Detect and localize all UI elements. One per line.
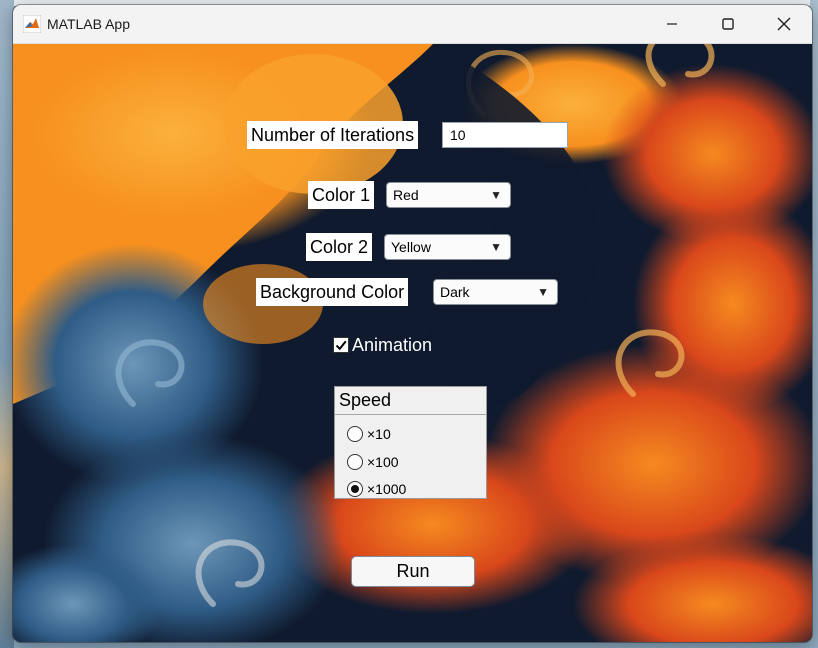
app-window: MATLAB App Number of Iterations 10 Color… [13, 5, 812, 642]
color1-label: Color 1 [308, 181, 375, 209]
run-button[interactable]: Run [351, 556, 475, 587]
background-color-label: Background Color [256, 278, 409, 306]
radio-x10[interactable] [347, 426, 363, 442]
speed-option-x1000[interactable]: ×1000 [347, 478, 406, 500]
chevron-down-icon: ▼ [537, 285, 549, 299]
radio-x100[interactable] [347, 454, 363, 470]
speed-panel-title: Speed [335, 387, 486, 415]
animation-checkbox-row[interactable]: Animation [333, 333, 432, 357]
minimize-icon [667, 23, 677, 25]
chevron-down-icon: ▼ [490, 188, 502, 202]
animation-checkbox[interactable] [333, 337, 349, 353]
background-color-selected: Dark [440, 284, 470, 300]
app-content: Number of Iterations 10 Color 1 Red ▼ Co… [13, 44, 812, 642]
radio-label: ×1000 [367, 481, 407, 497]
speed-option-x10[interactable]: ×10 [347, 423, 391, 445]
iterations-label: Number of Iterations [247, 121, 419, 149]
minimize-button[interactable] [644, 5, 700, 43]
checkmark-icon [335, 340, 347, 351]
maximize-icon [722, 18, 734, 30]
close-button[interactable] [756, 5, 812, 43]
speed-option-x100[interactable]: ×100 [347, 451, 399, 473]
color2-label: Color 2 [306, 233, 373, 261]
radio-label: ×10 [367, 426, 391, 442]
chevron-down-icon: ▼ [490, 240, 502, 254]
maximize-button[interactable] [700, 5, 756, 43]
color2-selected: Yellow [391, 239, 431, 255]
color2-dropdown[interactable]: Yellow ▼ [384, 234, 511, 260]
close-icon [777, 17, 791, 31]
color1-selected: Red [393, 187, 419, 203]
radio-x1000[interactable] [347, 481, 363, 497]
iterations-input[interactable]: 10 [442, 122, 568, 148]
background-color-dropdown[interactable]: Dark ▼ [433, 279, 558, 305]
desktop-background [0, 0, 14, 648]
speed-panel: Speed ×10 ×100 ×1000 [334, 386, 487, 499]
radio-label: ×100 [367, 454, 399, 470]
matlab-icon [23, 15, 41, 33]
window-title: MATLAB App [47, 16, 131, 32]
animation-label: Animation [352, 334, 433, 355]
title-bar[interactable]: MATLAB App [13, 5, 812, 44]
color1-dropdown[interactable]: Red ▼ [386, 182, 511, 208]
